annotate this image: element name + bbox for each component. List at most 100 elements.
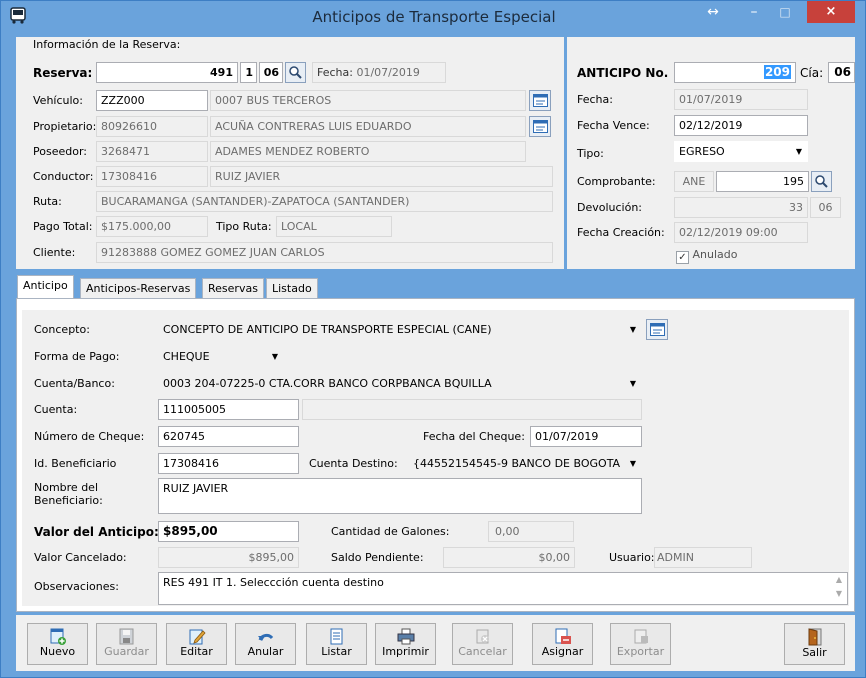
nombre-beneficiario-label: Nombre del Beneficiario: xyxy=(34,481,103,507)
tipo-ruta-field: LOCAL xyxy=(276,216,392,237)
usuario-label: Usuario: xyxy=(609,551,655,564)
tipo-select[interactable]: EGRESO ▼ xyxy=(674,141,808,162)
vehiculo-code-input[interactable]: ZZZ000 xyxy=(96,90,208,111)
cancelar-button[interactable]: Cancelar xyxy=(452,623,513,665)
fecha-cheque-input[interactable]: 01/07/2019 xyxy=(530,426,642,447)
comprobante-label: Comprobante: xyxy=(577,175,656,188)
window-title: Anticipos de Transporte Especial xyxy=(312,8,556,26)
tab-anticipo[interactable]: Anticipo xyxy=(17,275,74,300)
tipo-label: Tipo: xyxy=(577,147,604,160)
anulado-checkbox[interactable]: ✓ Anulado xyxy=(676,245,737,265)
form-icon xyxy=(532,94,548,107)
devolucion-number-field: 33 xyxy=(674,197,808,218)
cuenta-banco-select[interactable]: 0003 204-07225-0 CTA.CORR BANCO CORPBANC… xyxy=(158,373,642,394)
concepto-value: CONCEPTO DE ANTICIPO DE TRANSPORTE ESPEC… xyxy=(163,323,492,336)
ruta-label: Ruta: xyxy=(33,195,62,208)
comprobante-prefix-field: ANE xyxy=(674,171,714,192)
forma-pago-value: CHEQUE xyxy=(163,350,210,363)
id-beneficiario-input[interactable]: 17308416 xyxy=(158,453,299,474)
anticipo-cia-input[interactable]: 06 xyxy=(828,62,855,83)
devolucion-cia-field: 06 xyxy=(810,197,841,218)
imprimir-label: Imprimir xyxy=(382,645,429,658)
conductor-id-field: 17308416 xyxy=(96,166,208,187)
concepto-detail-button[interactable] xyxy=(646,319,668,340)
reserva-cia-input[interactable]: 06 xyxy=(259,62,283,83)
reserva-label: Reserva: xyxy=(33,66,93,80)
valor-anticipo-label: Valor del Anticipo: xyxy=(34,525,159,539)
forma-pago-label: Forma de Pago: xyxy=(34,350,120,363)
tipo-ruta-label: Tipo Ruta: xyxy=(216,220,272,233)
guardar-button[interactable]: Guardar xyxy=(96,623,157,665)
cuenta-destino-label: Cuenta Destino: xyxy=(309,457,398,470)
cuenta-banco-label: Cuenta/Banco: xyxy=(34,377,115,390)
form-icon xyxy=(532,120,548,133)
undo-icon xyxy=(257,633,273,641)
anticipo-no-input[interactable]: 209 xyxy=(674,62,796,83)
numero-cheque-input[interactable]: 620745 xyxy=(158,426,299,447)
valor-cancelado-field: $895,00 xyxy=(158,547,299,568)
salir-label: Salir xyxy=(802,646,827,659)
anular-label: Anular xyxy=(247,645,284,658)
valor-anticipo-input[interactable]: $895,00 xyxy=(158,521,299,542)
chevron-down-icon: ▼ xyxy=(629,379,636,388)
saldo-pendiente-label: Saldo Pendiente: xyxy=(331,551,424,564)
search-reserva-button[interactable] xyxy=(285,62,306,83)
exportar-button[interactable]: Exportar xyxy=(610,623,671,665)
tab-reservas[interactable]: Reservas xyxy=(202,278,264,299)
chevron-down-icon: ▼ xyxy=(625,454,636,473)
reserva-number-input[interactable]: 491 xyxy=(96,62,238,83)
fecha-vence-label: Fecha Vence: xyxy=(577,119,650,132)
cuenta-input[interactable]: 111005005 xyxy=(158,399,299,420)
cuenta-destino-value: {44552154545-9 BANCO DE BOGOTA xyxy=(413,457,621,470)
cuenta-destino-select[interactable]: {44552154545-9 BANCO DE BOGOTA ▼ xyxy=(408,453,642,474)
valor-cancelado-label: Valor Cancelado: xyxy=(34,551,127,564)
reserva-item-input[interactable]: 1 xyxy=(240,62,257,83)
id-beneficiario-label: Id. Beneficiario xyxy=(34,457,117,470)
resize-icon[interactable]: ↔ xyxy=(698,1,728,23)
print-icon xyxy=(397,628,414,645)
comprobante-number-input[interactable]: 195 xyxy=(716,171,809,192)
assign-icon xyxy=(555,628,571,644)
forma-pago-select[interactable]: CHEQUE ▼ xyxy=(158,346,284,367)
asignar-label: Asignar xyxy=(541,645,584,658)
fecha-creacion-field: 02/12/2019 09:00 xyxy=(674,222,808,243)
fecha-creacion-label: Fecha Creación: xyxy=(577,226,665,239)
propietario-name-field: ACUÑA CONTRERAS LUIS EDUARDO xyxy=(210,116,526,137)
fecha-vence-input[interactable]: 02/12/2019 xyxy=(674,115,808,136)
tipo-value: EGRESO xyxy=(679,145,725,158)
anular-button[interactable]: Anular xyxy=(235,623,296,665)
exportar-label: Exportar xyxy=(616,645,665,658)
numero-cheque-label: Número de Cheque: xyxy=(34,430,145,443)
conductor-name-field: RUIZ JAVIER xyxy=(210,166,553,187)
tab-listado[interactable]: Listado xyxy=(266,278,318,299)
minimize-button[interactable]: – xyxy=(739,1,769,23)
nuevo-button[interactable]: Nuevo xyxy=(27,623,88,665)
concepto-select[interactable]: CONCEPTO DE ANTICIPO DE TRANSPORTE ESPEC… xyxy=(158,319,642,340)
search-icon xyxy=(815,175,828,188)
close-button[interactable]: × xyxy=(807,1,855,23)
nombre-beneficiario-input[interactable]: RUIZ JAVIER xyxy=(158,478,642,514)
imprimir-button[interactable]: Imprimir xyxy=(375,623,436,665)
cantidad-galones-label: Cantidad de Galones: xyxy=(331,525,450,538)
editar-button[interactable]: Editar xyxy=(166,623,227,665)
chevron-down-icon: ▼ xyxy=(271,352,278,361)
vehiculo-detail-button[interactable] xyxy=(529,90,551,111)
scrollbar[interactable]: ▲ ▼ xyxy=(831,573,847,604)
salir-button[interactable]: Salir xyxy=(784,623,845,665)
maximize-button[interactable]: □ xyxy=(770,1,800,23)
propietario-id-field: 80926610 xyxy=(96,116,208,137)
nombre-label-line1: Nombre del xyxy=(34,481,99,494)
observaciones-textarea[interactable]: RES 491 IT 1. Seleccción cuenta destino … xyxy=(158,572,848,605)
propietario-detail-button[interactable] xyxy=(529,116,551,137)
search-comprobante-button[interactable] xyxy=(811,171,832,192)
usuario-field: ADMIN xyxy=(654,547,752,568)
asignar-button[interactable]: Asignar xyxy=(532,623,593,665)
reserva-fecha-value: 01/07/2019 xyxy=(356,66,420,79)
save-icon xyxy=(119,628,134,645)
anticipo-no-value: 209 xyxy=(763,65,791,79)
anulado-label: Anulado xyxy=(692,248,738,261)
tab-anticipos-reservas[interactable]: Anticipos-Reservas xyxy=(80,278,197,299)
poseedor-id-field: 3268471 xyxy=(96,141,208,162)
listar-button[interactable]: Listar xyxy=(306,623,367,665)
devolucion-label: Devolución: xyxy=(577,201,643,214)
